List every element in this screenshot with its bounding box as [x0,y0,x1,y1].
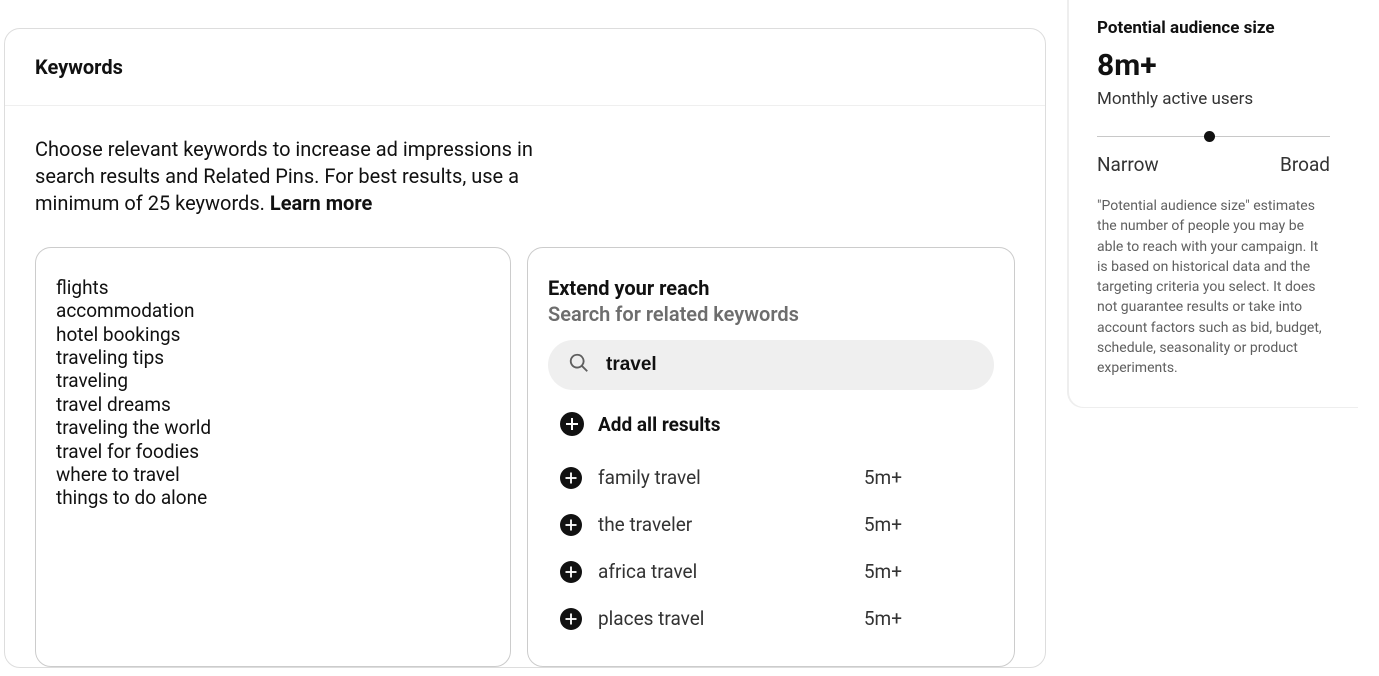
selected-keywords-box[interactable]: flights accommodation hotel bookings tra… [35,247,511,667]
audience-title: Potential audience size [1097,18,1330,38]
extend-subtitle: Search for related keywords [548,302,994,326]
columns: flights accommodation hotel bookings tra… [35,247,1015,667]
result-label: family travel [598,466,848,489]
result-count: 5m+ [864,607,902,630]
learn-more-link[interactable]: Learn more [270,191,372,215]
results-list: family travel5m+the traveler5m+africa tr… [548,466,994,630]
plus-circle-icon [560,467,582,489]
panel-title: Keywords [35,55,1015,79]
plus-circle-icon [560,514,582,536]
keyword-search-box[interactable] [548,340,994,390]
result-count: 5m+ [864,560,902,583]
extend-reach-box: Extend your reach Search for related key… [527,247,1015,667]
audience-slider[interactable] [1097,127,1330,147]
selected-keywords-text: flights accommodation hotel bookings tra… [56,276,490,510]
add-all-results-button[interactable]: Add all results [560,412,982,436]
slider-handle[interactable] [1204,131,1215,142]
plus-circle-icon [560,561,582,583]
result-row[interactable]: the traveler 5m+ [560,513,982,536]
result-count: 5m+ [864,466,902,489]
panel-body: Choose relevant keywords to increase ad … [5,106,1045,667]
extend-title: Extend your reach [548,276,994,300]
add-all-label: Add all results [598,413,721,436]
slider-label-broad: Broad [1280,153,1330,176]
result-row[interactable]: family travel 5m+ [560,466,982,489]
result-label: the traveler [598,513,848,536]
result-label: places travel [598,607,848,630]
keywords-panel: Keywords Choose relevant keywords to inc… [4,28,1046,668]
audience-panel: Potential audience size 8m+ Monthly acti… [1068,0,1358,408]
slider-label-narrow: Narrow [1097,153,1159,176]
result-count: 5m+ [864,513,902,536]
slider-labels: Narrow Broad [1097,153,1330,176]
audience-value: 8m+ [1097,48,1330,83]
result-label: africa travel [598,560,848,583]
plus-circle-icon [560,412,584,436]
audience-explanation: "Potential audience size" estimates the … [1097,196,1330,379]
search-icon [568,352,606,378]
result-row[interactable]: africa travel 5m+ [560,560,982,583]
result-row[interactable]: places travel 5m+ [560,607,982,630]
panel-description: Choose relevant keywords to increase ad … [35,136,535,217]
audience-subtitle: Monthly active users [1097,89,1330,109]
panel-header: Keywords [5,29,1045,106]
keyword-search-input[interactable] [606,354,974,376]
plus-circle-icon [560,608,582,630]
